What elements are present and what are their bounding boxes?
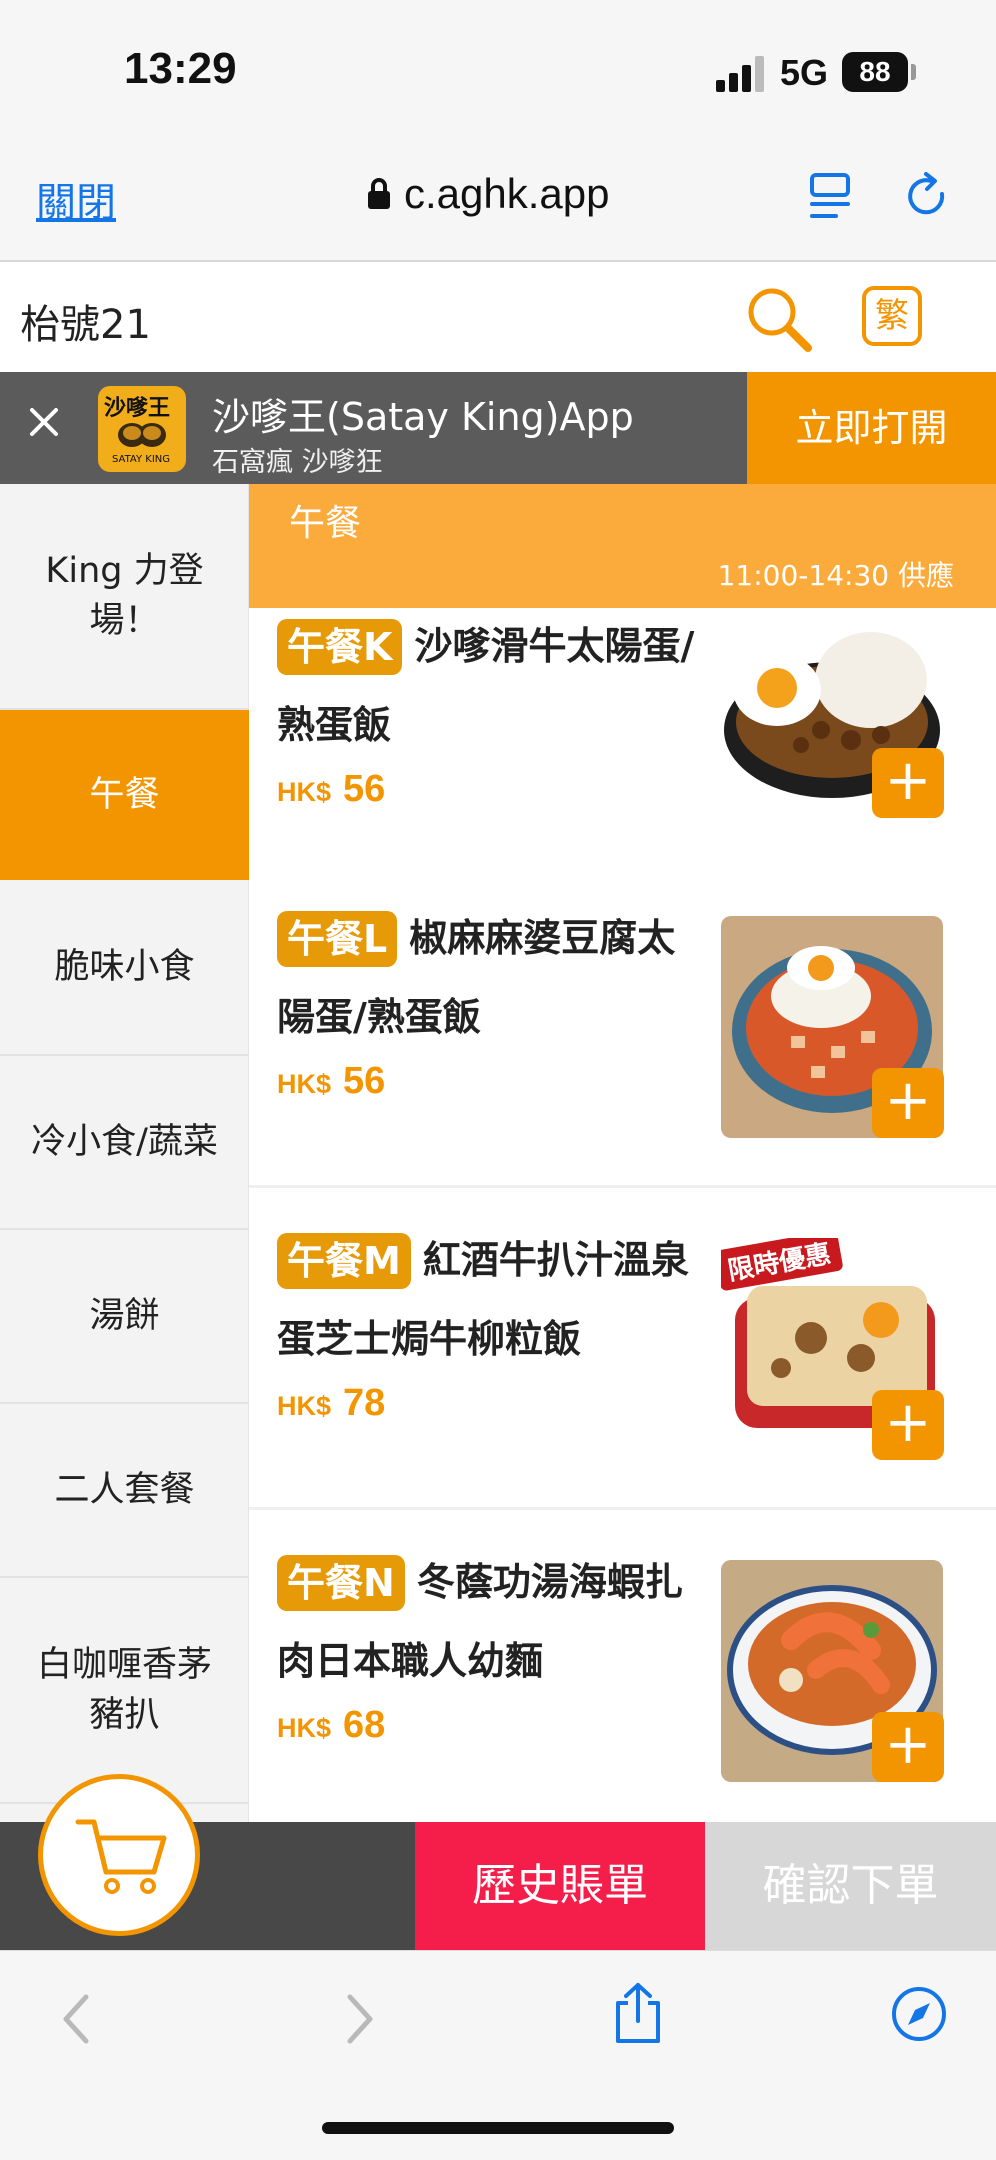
reader-icon[interactable] [808, 172, 852, 220]
home-indicator [322, 2122, 674, 2134]
item-code-badge: 午餐K [277, 618, 403, 675]
item-title: 午餐K 沙嗲滑牛太陽蛋/熟蛋飯 [277, 608, 697, 764]
item-code-badge: 午餐M [277, 1232, 411, 1289]
price-currency: HK$ [277, 1069, 332, 1099]
app-logo: 沙嗲王 SATAY KING [98, 386, 186, 472]
price-value: 56 [343, 1060, 386, 1102]
sidebar-item-snacks[interactable]: 脆味小食 [0, 880, 249, 1056]
browser-url-bar: 關閉 c.aghk.app [0, 120, 996, 262]
item-code-badge: 午餐L [277, 910, 398, 967]
item-title: 午餐M 紅酒牛扒汁溫泉蛋芝士焗牛柳粒飯 [277, 1220, 697, 1378]
status-bar: 13:29 5G 88 [0, 0, 996, 120]
section-hours: 11:00-14:30 供應 [717, 559, 954, 592]
cart-icon [75, 1819, 167, 1894]
app-banner: 沙嗲王 SATAY KING 沙嗲王(Satay King)App 石窩瘋 沙嗲… [0, 372, 996, 484]
menu-item[interactable]: 午餐K 沙嗲滑牛太陽蛋/熟蛋飯 HK$ 56 + [249, 608, 996, 888]
confirm-order-button[interactable]: 確認下單 [705, 1822, 996, 1950]
share-icon[interactable] [612, 1981, 664, 2045]
price-currency: HK$ [277, 1713, 332, 1743]
menu-item[interactable]: 午餐M 紅酒牛扒汁溫泉蛋芝士焗牛柳粒飯 HK$ 78 限時優惠 + [249, 1190, 996, 1510]
order-history-button[interactable]: 歷史賬單 [415, 1822, 705, 1950]
section-title: 午餐 [289, 503, 362, 544]
item-title: 午餐N 冬蔭功湯海蝦扎肉日本職人幼麵 [277, 1542, 697, 1700]
reload-icon[interactable] [906, 172, 952, 220]
item-title: 午餐L 椒麻麻婆豆腐太陽蛋/熟蛋飯 [277, 898, 697, 1056]
forward-icon[interactable] [340, 1989, 380, 2049]
back-icon[interactable] [56, 1989, 96, 2049]
add-to-cart-button[interactable]: + [872, 748, 944, 818]
item-price: HK$ 68 [277, 1704, 385, 1747]
price-currency: HK$ [277, 777, 332, 807]
battery-icon: 88 [842, 52, 908, 92]
url-text: c.aghk.app [404, 170, 610, 217]
item-price: HK$ 56 [277, 1060, 385, 1103]
price-value: 68 [343, 1704, 386, 1746]
add-to-cart-button[interactable]: + [872, 1068, 944, 1138]
price-currency: HK$ [277, 1391, 332, 1421]
status-time: 13:29 [124, 44, 237, 93]
search-icon[interactable] [744, 284, 816, 356]
menu-item[interactable]: 午餐L 椒麻麻婆豆腐太陽蛋/熟蛋飯 HK$ 56 + [249, 868, 996, 1188]
add-to-cart-button[interactable]: + [872, 1712, 944, 1782]
compass-icon[interactable] [890, 1985, 948, 2043]
cart-button[interactable] [38, 1774, 200, 1936]
peanut-icon [118, 423, 166, 447]
app-tagline: 石窩瘋 沙嗲狂 [212, 447, 383, 478]
item-code-badge: 午餐N [277, 1554, 405, 1611]
menu-list: 午餐K 沙嗲滑牛太陽蛋/熟蛋飯 HK$ 56 + 午餐L 椒麻麻婆豆腐太陽蛋/熟… [249, 608, 996, 1822]
url-field[interactable]: c.aghk.app [366, 170, 610, 218]
site-header: 枱號21 繁 [0, 264, 996, 372]
price-value: 56 [343, 768, 386, 810]
lock-icon [368, 178, 390, 209]
close-link[interactable]: 關閉 [36, 170, 116, 228]
item-price: HK$ 56 [277, 768, 385, 811]
add-to-cart-button[interactable]: + [872, 1390, 944, 1460]
battery-tip [911, 64, 916, 80]
item-price: HK$ 78 [277, 1382, 385, 1425]
sidebar-item-soup[interactable]: 湯餅 [0, 1230, 249, 1404]
sidebar-item-king[interactable]: King 力登場！ [0, 484, 249, 710]
sidebar-item-cold-dishes[interactable]: 冷小食/蔬菜 [0, 1056, 249, 1230]
sidebar-item-white-curry[interactable]: 白咖喱香茅豬扒 [0, 1578, 249, 1804]
order-action-bar: 歷史賬單 確認下單 [0, 1774, 996, 1950]
table-number: 枱號21 [20, 302, 151, 348]
section-header: 午餐 11:00-14:30 供應 [249, 484, 996, 608]
network-label: 5G [780, 52, 829, 93]
menu-item[interactable]: 午餐N 冬蔭功湯海蝦扎肉日本職人幼麵 HK$ 68 + [249, 1512, 996, 1822]
category-sidebar: King 力登場！ 午餐 脆味小食 冷小食/蔬菜 湯餅 二人套餐 白咖喱香茅豬扒 [0, 484, 249, 1824]
language-button[interactable]: 繁 [862, 286, 922, 346]
signal-icon [716, 56, 768, 92]
sidebar-item-lunch[interactable]: 午餐 [0, 710, 249, 880]
sidebar-item-set-for-two[interactable]: 二人套餐 [0, 1404, 249, 1578]
price-value: 78 [343, 1382, 386, 1424]
open-app-button[interactable]: 立即打開 [747, 372, 996, 484]
app-name: 沙嗲王(Satay King)App [212, 395, 634, 439]
close-icon[interactable] [24, 402, 64, 442]
page: 13:29 5G 88 關閉 c.aghk.app 枱號21 繁 沙嗲王 SAT… [0, 0, 996, 2160]
app-logo-subtext: SATAY KING [112, 454, 171, 465]
